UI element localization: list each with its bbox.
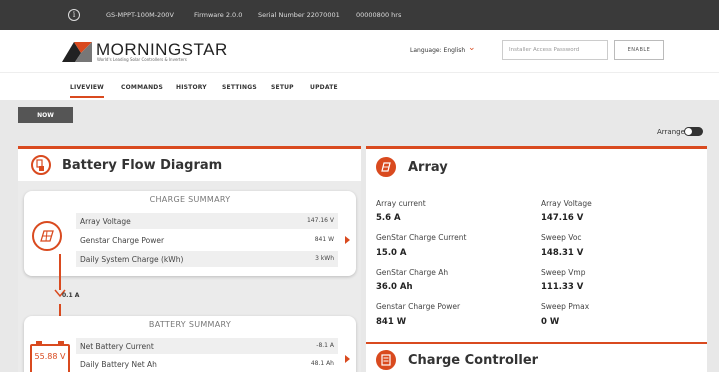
chevron-down-icon[interactable]: ⌄ — [468, 43, 476, 53]
array-field-label: GenStar Charge Current — [376, 233, 467, 242]
charge-summary-title: CHARGE SUMMARY — [149, 195, 231, 204]
array-field-value: 841 W — [376, 317, 407, 327]
charge-controller-title: Charge Controller — [408, 353, 539, 368]
firmware-version: Firmware 2.0.0 — [194, 11, 243, 19]
tab-history[interactable]: HISTORY — [176, 84, 207, 91]
battery-summary-title: BATTERY SUMMARY — [148, 320, 232, 329]
hour-meter: 00000800 hrs — [356, 11, 402, 19]
tab-setup[interactable]: SETUP — [271, 84, 294, 91]
array-field-value: 0 W — [541, 317, 560, 327]
array-field-label: GenStar Charge Ah — [376, 268, 449, 277]
main-nav: LIVEVIEW COMMANDS HISTORY SETTINGS SETUP… — [0, 72, 719, 100]
battery-flow-title: Battery Flow Diagram — [62, 158, 223, 173]
serial-number: Serial Number 22070001 — [258, 11, 340, 19]
battery-flow-header: Battery Flow Diagram — [18, 149, 361, 181]
charge-row: Array Voltage 147.16 V — [76, 213, 338, 229]
info-icon[interactable]: i — [68, 9, 80, 21]
tab-liveview[interactable]: LIVEVIEW — [70, 84, 104, 98]
expand-arrow-icon[interactable] — [345, 236, 350, 244]
charge-row: Genstar Charge Power 841 W — [80, 236, 334, 245]
now-button[interactable]: NOW — [18, 107, 73, 123]
array-field-value: 15.0 A — [376, 248, 407, 258]
flow-current-label: 0.1 A — [62, 292, 80, 299]
array-field-value: 148.31 V — [541, 248, 584, 258]
charge-row: Daily System Charge (kWh) 3 kWh — [76, 251, 338, 267]
solar-array-icon — [32, 221, 62, 251]
header: MORNINGSTAR World's Leading Solar Contro… — [0, 30, 719, 72]
array-field-value: 111.33 V — [541, 282, 584, 292]
battery-row: Daily Battery Net Ah 48.1 Ah — [80, 360, 334, 369]
array-field-label: Array current — [376, 199, 426, 208]
array-field-label: Sweep Pmax — [541, 302, 590, 311]
array-field-label: Sweep Vmp — [541, 268, 586, 277]
battery-flow-icon — [31, 155, 51, 175]
installer-password-input[interactable] — [502, 40, 608, 60]
toggle-knob — [685, 128, 692, 135]
battery-voltage: 55.88 V — [34, 352, 66, 361]
battery-icon: 55.88 V — [30, 341, 70, 372]
logo-tagline: World's Leading Solar Controllers & Inve… — [97, 57, 187, 62]
tab-commands[interactable]: COMMANDS — [121, 84, 163, 91]
array-field-label: Sweep Voc — [541, 233, 582, 242]
array-title: Array — [408, 160, 448, 175]
array-panel: Array Array current 5.6 A Array Voltage … — [366, 146, 707, 346]
battery-row: Net Battery Current -8.1 A — [76, 338, 338, 354]
solar-panel-icon — [376, 157, 396, 177]
tab-settings[interactable]: SETTINGS — [222, 84, 257, 91]
arrange-toggle[interactable] — [684, 127, 703, 136]
morningstar-logo-icon — [62, 42, 92, 62]
array-field-value: 5.6 A — [376, 213, 401, 223]
array-field-value: 36.0 Ah — [376, 282, 413, 292]
device-model: GS-MPPT-100M-200V — [106, 11, 174, 19]
flow-line-top — [59, 254, 61, 290]
array-field-value: 147.16 V — [541, 213, 584, 223]
charge-controller-panel: Charge Controller — [366, 342, 707, 372]
top-status-bar: i GS-MPPT-100M-200V Firmware 2.0.0 Seria… — [0, 0, 719, 30]
tab-update[interactable]: UPDATE — [310, 84, 338, 91]
array-field-label: Array Voltage — [541, 199, 592, 208]
arrange-label: Arrange — [657, 128, 685, 136]
expand-arrow-icon[interactable] — [345, 355, 350, 363]
enable-button[interactable]: ENABLE — [614, 40, 664, 60]
charge-controller-icon — [376, 350, 396, 370]
language-selector[interactable]: Language: English — [410, 47, 465, 54]
array-field-label: Genstar Charge Power — [376, 302, 461, 311]
